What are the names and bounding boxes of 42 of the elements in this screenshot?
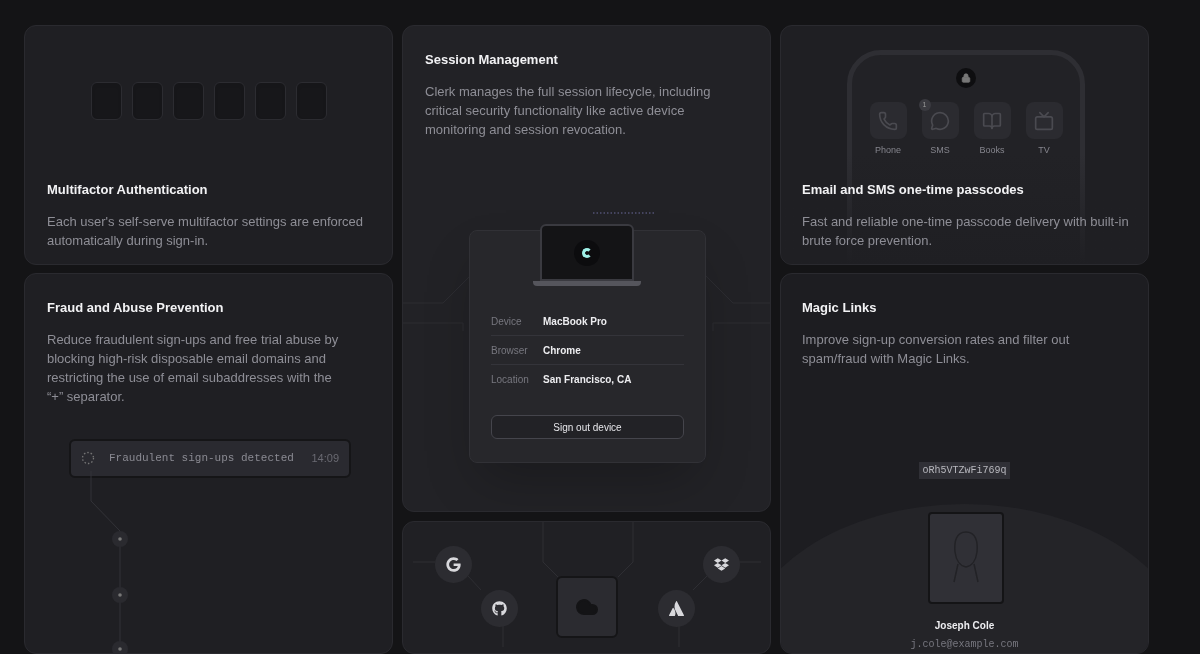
- card-description: Fast and reliable one-time passcode delivery with built-in brute force prevention.: [802, 212, 1130, 250]
- github-icon[interactable]: [481, 590, 518, 627]
- alert-message: Fraudulent sign-ups detected: [109, 450, 295, 466]
- books-icon: [982, 110, 1002, 131]
- spinner-icon: [81, 451, 95, 465]
- field-label: Location: [491, 373, 530, 387]
- field-value: Chrome: [543, 343, 581, 358]
- field-value: MacBook Pro: [543, 314, 607, 329]
- sign-out-button[interactable]: Sign out device: [491, 415, 684, 439]
- user-name: Joseph Cole: [934, 619, 995, 633]
- alert-time: 14:09: [311, 450, 339, 466]
- sms-icon: [930, 110, 950, 131]
- field-label: Browser: [491, 343, 529, 358]
- card-description: Reduce fraudulent sign-ups and free trial abuse by blocking high-risk disposable email domains and restricting the use of email subaddresses with the “+” separator.: [47, 330, 340, 406]
- card-title: Magic Links: [802, 299, 878, 317]
- code-slot: [90, 82, 122, 120]
- google-icon[interactable]: [435, 546, 472, 583]
- user-email: j.cole@example.com: [910, 638, 1019, 652]
- token-text: oRh5VTZwFi769q: [919, 462, 1010, 479]
- card-title: Session Management: [425, 51, 559, 69]
- code-slot: [213, 82, 245, 120]
- code-slot: [295, 82, 327, 120]
- card-title: Multifactor Authentication: [47, 181, 209, 199]
- field-value: San Francisco, CA: [543, 373, 632, 387]
- tv-icon: [1034, 110, 1054, 131]
- field-label: Device: [491, 314, 523, 329]
- phone-icon: [878, 110, 898, 131]
- code-slot: [172, 82, 204, 120]
- card-description: Improve sign-up conversion rates and filter out spam/fraud with Magic Links.: [802, 330, 1071, 368]
- lock-icon: [961, 73, 971, 83]
- card-title: Fraud and Abuse Prevention: [47, 299, 225, 317]
- app-label: SMS: [930, 144, 950, 157]
- card-description: Each user's self-serve multifactor settings are enforced automatically during sign-in.: [47, 212, 365, 250]
- card-description: Clerk manages the full session lifecycle, including critical security functionality like active device monitoring and session revocation.: [425, 82, 712, 139]
- card-title: Email and SMS one-time passcodes: [802, 181, 1025, 199]
- app-label: Phone: [875, 144, 901, 157]
- app-label: TV: [1038, 144, 1050, 157]
- dropbox-icon[interactable]: [703, 546, 740, 583]
- code-slot: [131, 82, 163, 120]
- app-label: Books: [979, 144, 1005, 157]
- code-slot: [254, 82, 286, 120]
- atlassian-icon[interactable]: [658, 590, 695, 627]
